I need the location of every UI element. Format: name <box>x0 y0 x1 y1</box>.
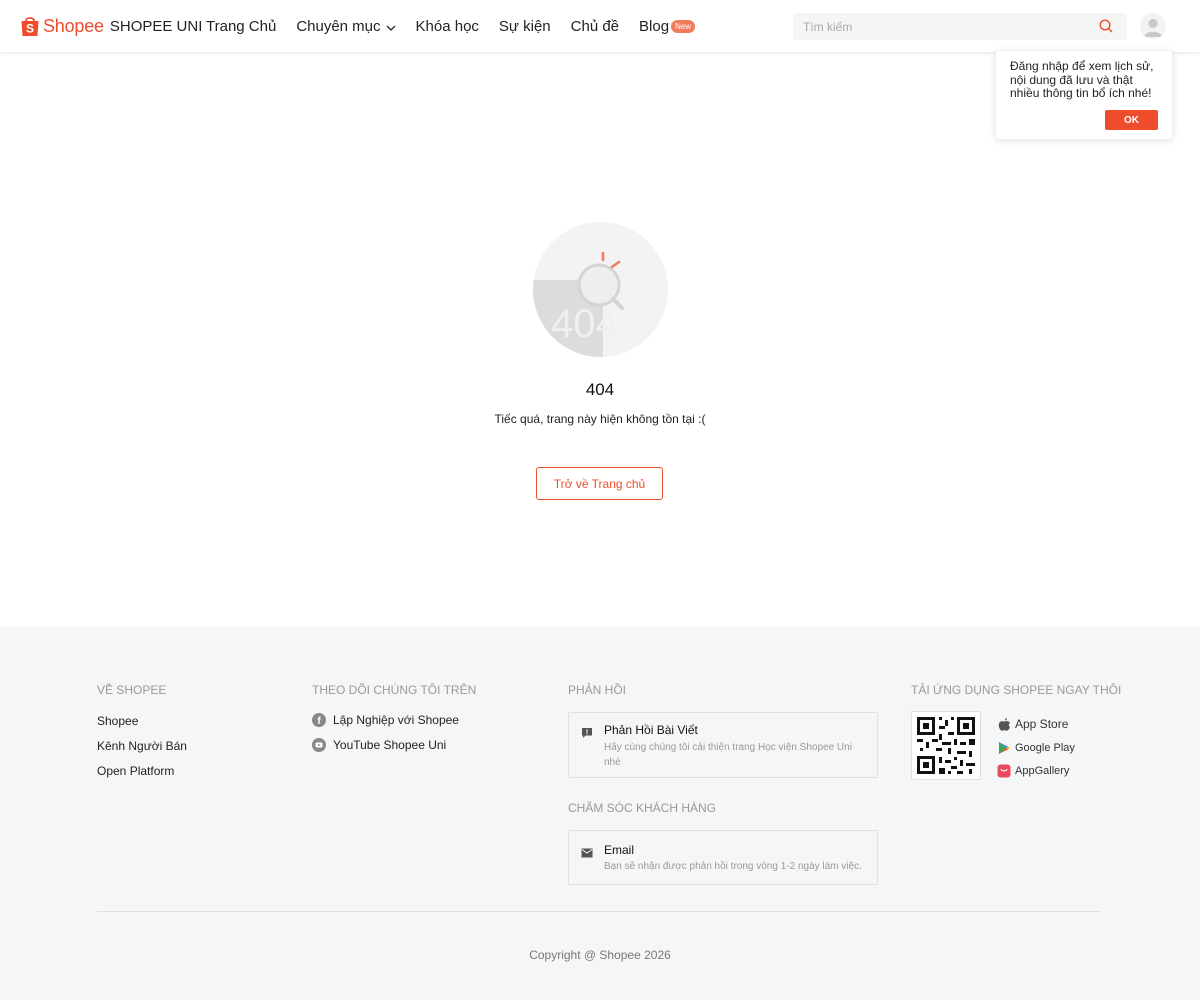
nav-topics-label: Chủ đề <box>570 18 620 35</box>
footer-app-heading: TẢI ỨNG DỤNG SHOPEE NGAY THÔI <box>911 683 1122 697</box>
svg-text:S: S <box>26 22 34 36</box>
email-card-title: Email <box>604 843 635 857</box>
footer-link-seller-channel[interactable]: Kênh Người Bán <box>97 739 187 753</box>
nav-events-label: Sự kiện <box>498 18 551 35</box>
popover-message: Đăng nhập để xem lịch sử, nội dung đã lư… <box>1010 59 1154 100</box>
qr-code-icon <box>911 711 981 780</box>
search-icon[interactable] <box>1099 19 1113 38</box>
chevron-down-icon <box>386 18 396 35</box>
youtube-icon <box>312 738 326 752</box>
nav-categories-label: Chuyên mục <box>296 18 381 35</box>
feedback-icon <box>581 726 593 744</box>
logo-subtitle: SHOPEE UNI <box>109 17 203 35</box>
shopee-bag-icon: S <box>20 15 40 37</box>
youtube-link-label: YouTube Shopee Uni <box>333 738 447 752</box>
nav-events[interactable]: Sự kiện <box>499 18 551 35</box>
popover-ok-button[interactable]: OK <box>1105 110 1158 130</box>
nav-categories[interactable]: Chuyên mục <box>296 18 396 35</box>
shopee-uni-logo[interactable]: S Shopee SHOPEE UNI <box>20 12 202 40</box>
email-card[interactable]: Email Bạn sẽ nhận được phản hồi trong vò… <box>568 830 878 885</box>
feedback-card-title: Phản Hồi Bài Viết <box>604 723 698 737</box>
user-avatar-icon[interactable] <box>1140 13 1166 39</box>
nav-topics[interactable]: Chủ đề <box>571 18 619 35</box>
facebook-icon: f <box>312 713 326 727</box>
not-found-illustration: 404 <box>533 222 668 357</box>
footer-link-shopee[interactable]: Shopee <box>97 714 138 728</box>
nav-home[interactable]: Trang Chủ <box>206 18 276 35</box>
footer-care-heading: CHĂM SÓC KHÁCH HÀNG <box>568 801 717 815</box>
app-gallery-label: AppGallery <box>1015 765 1070 777</box>
google-play-label: Google Play <box>1015 742 1075 754</box>
search-box <box>793 13 1127 40</box>
svg-text:f: f <box>317 716 321 727</box>
nav-blog-label: Blog <box>639 18 670 35</box>
apple-icon <box>997 717 1011 731</box>
google-play-link[interactable]: Google Play <box>997 741 1075 755</box>
facebook-link-label: Lập Nghiệp với Shopee <box>333 713 459 727</box>
footer-divider <box>97 911 1101 912</box>
footer-link-open-platform[interactable]: Open Platform <box>97 764 174 778</box>
footer-link-facebook[interactable]: f Lập Nghiệp với Shopee <box>312 713 459 727</box>
email-icon <box>581 845 593 863</box>
login-popover: Đăng nhập để xem lịch sử, nội dung đã lư… <box>996 51 1172 139</box>
nav-blog[interactable]: Blog New <box>639 18 696 35</box>
main-nav: Trang Chủ Chuyên mục Khóa học Sự kiện Ch… <box>206 0 715 53</box>
illustration-404-text: 404 <box>551 302 618 346</box>
app-gallery-icon <box>997 764 1011 778</box>
error-code: 404 <box>585 380 615 399</box>
footer-about-heading: VỀ SHOPEE <box>97 683 167 697</box>
search-input[interactable] <box>793 13 1083 40</box>
email-card-desc: Bạn sẽ nhận được phản hồi trong vòng 1-2… <box>604 861 862 872</box>
app-store-label: App Store <box>1015 717 1069 731</box>
nav-courses-label: Khóa học <box>415 18 479 35</box>
feedback-card[interactable]: Phản Hồi Bài Viết Hãy cùng chúng tôi cải… <box>568 712 878 778</box>
app-store-link[interactable]: App Store <box>997 717 1068 731</box>
error-message: Tiếc quá, trang này hiện không tồn tại :… <box>494 412 706 426</box>
nav-courses[interactable]: Khóa học <box>416 18 479 35</box>
footer-follow-heading: THEO DÕI CHÚNG TÔI TRÊN <box>312 683 477 697</box>
footer-feedback-heading: PHẢN HỒI <box>568 683 627 697</box>
app-gallery-link[interactable]: AppGallery <box>997 764 1069 778</box>
top-header: S Shopee SHOPEE UNI Trang Chủ Chuyên mục… <box>0 0 1200 53</box>
new-badge: New <box>671 20 696 33</box>
logo-wordmark: Shopee <box>43 15 104 36</box>
back-home-button[interactable]: Trở về Trang chủ <box>536 467 663 500</box>
copyright-text: Copyright @ Shopee 2026 <box>529 948 671 962</box>
footer-link-youtube[interactable]: YouTube Shopee Uni <box>312 738 446 752</box>
feedback-card-desc: Hãy cùng chúng tôi cải thiện trang Học v… <box>604 742 852 768</box>
google-play-icon <box>997 741 1011 755</box>
nav-home-label: Trang Chủ <box>206 18 277 35</box>
